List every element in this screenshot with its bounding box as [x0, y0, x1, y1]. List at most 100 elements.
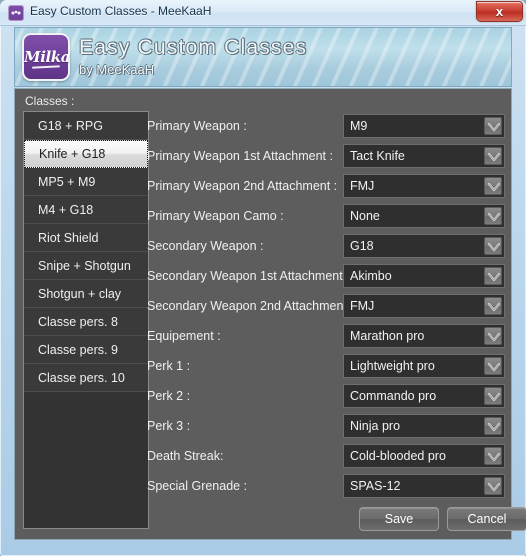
dropdown-value-perk-1: Lightweight pro — [350, 359, 435, 373]
milka-brand-logo: Milka — [22, 33, 71, 81]
class-list-item-label: Snipe + Shotgun — [38, 259, 131, 273]
form-row-primary-weapon-1st-attachment: Primary Weapon 1st Attachment : Tact Knif… — [147, 141, 505, 171]
banner-title: Easy Custom Classes — [79, 36, 308, 59]
chevron-down-icon[interactable] — [484, 447, 502, 465]
dropdown-primary-weapon-1st-attachment[interactable]: Tact Knife — [343, 144, 505, 168]
app-banner: Milka Easy Custom Classes by MeeKaaH — [14, 27, 512, 87]
dropdown-perk-1[interactable]: Lightweight pro — [343, 354, 505, 378]
form-row-primary-weapon-2nd-attachment: Primary Weapon 2nd Attachment : FMJ — [147, 171, 505, 201]
dropdown-value-equipement: Marathon pro — [350, 329, 425, 343]
dropdown-value-secondary-weapon-1st-attachment: Akimbo — [350, 269, 392, 283]
dropdown-secondary-weapon-2nd-attachment[interactable]: FMJ — [343, 294, 505, 318]
chevron-down-icon[interactable] — [484, 357, 502, 375]
label-death-streak: Death Streak: — [147, 449, 224, 463]
form-row-secondary-weapon-1st-attachment: Secondary Weapon 1st Attachment : Akimbo — [147, 261, 505, 291]
dropdown-value-perk-3: Ninja pro — [350, 419, 401, 433]
label-perk-2: Perk 2 : — [147, 389, 191, 403]
close-icon: x — [495, 4, 504, 19]
dropdown-primary-weapon-2nd-attachment[interactable]: FMJ — [343, 174, 505, 198]
class-list-item-label: G18 + RPG — [38, 119, 103, 133]
chevron-down-icon[interactable] — [484, 327, 502, 345]
dropdown-value-death-streak: Cold-blooded pro — [350, 449, 446, 463]
class-list-item[interactable]: MP5 + M9 — [24, 168, 148, 196]
class-list-item[interactable]: M4 + G18 — [24, 196, 148, 224]
class-list-item[interactable]: Classe pers. 8 — [24, 308, 148, 336]
chevron-down-icon[interactable] — [484, 237, 502, 255]
chevron-down-icon[interactable] — [484, 117, 502, 135]
class-list-item-label: Classe pers. 10 — [38, 371, 125, 385]
label-primary-weapon: Primary Weapon : — [147, 119, 247, 133]
dropdown-value-secondary-weapon: G18 — [350, 239, 374, 253]
dropdown-value-special-grenade: SPAS-12 — [350, 479, 401, 493]
label-primary-weapon-2nd-attachment: Primary Weapon 2nd Attachment : — [147, 179, 338, 193]
window-frame: Easy Custom Classes - MeeKaaH x Milka Ea… — [0, 0, 526, 556]
class-list-item-label: M4 + G18 — [38, 203, 94, 217]
label-perk-3: Perk 3 : — [147, 419, 191, 433]
class-list-item-label: Classe pers. 8 — [38, 315, 118, 329]
dropdown-equipement[interactable]: Marathon pro — [343, 324, 505, 348]
form-row-secondary-weapon: Secondary Weapon : G18 — [147, 231, 505, 261]
class-list-item-label: MP5 + M9 — [38, 175, 96, 189]
form-row-equipement: Equipement : Marathon pro — [147, 321, 505, 351]
dropdown-value-perk-2: Commando pro — [350, 389, 437, 403]
label-secondary-weapon: Secondary Weapon : — [147, 239, 264, 253]
title-bar: Easy Custom Classes - MeeKaaH x — [0, 0, 526, 26]
close-button[interactable]: x — [476, 1, 523, 22]
chevron-down-icon[interactable] — [484, 477, 502, 495]
label-equipement: Equipement : — [147, 329, 221, 343]
class-list-item[interactable]: G18 + RPG — [24, 112, 148, 140]
chevron-down-icon[interactable] — [484, 417, 502, 435]
dropdown-value-secondary-weapon-2nd-attachment: FMJ — [350, 299, 375, 313]
class-list-item[interactable]: Shotgun + clay — [24, 280, 148, 308]
chevron-down-icon[interactable] — [484, 297, 502, 315]
dropdown-perk-2[interactable]: Commando pro — [343, 384, 505, 408]
chevron-down-icon[interactable] — [484, 387, 502, 405]
class-list-item-label: Knife + G18 — [39, 147, 106, 161]
dropdown-secondary-weapon[interactable]: G18 — [343, 234, 505, 258]
dropdown-value-primary-weapon-camo: None — [350, 209, 380, 223]
chevron-down-icon[interactable] — [484, 207, 502, 225]
dropdown-death-streak[interactable]: Cold-blooded pro — [343, 444, 505, 468]
class-list-item[interactable]: Classe pers. 9 — [24, 336, 148, 364]
footer-actions: Save Cancel — [147, 507, 526, 537]
label-secondary-weapon-1st-attachment: Secondary Weapon 1st Attachment : — [147, 269, 350, 283]
logo-wordmark: Milka — [24, 48, 71, 66]
class-list-item[interactable]: Classe pers. 10 — [24, 364, 148, 392]
form-row-perk-2: Perk 2 : Commando pro — [147, 381, 505, 411]
window-title: Easy Custom Classes - MeeKaaH — [30, 4, 212, 18]
dropdown-value-primary-weapon-1st-attachment: Tact Knife — [350, 149, 405, 163]
cancel-button[interactable]: Cancel — [447, 507, 526, 531]
loadout-form: Primary Weapon : M9 Primary Weapon 1st Att… — [147, 111, 505, 501]
chevron-down-icon[interactable] — [484, 267, 502, 285]
class-list-item[interactable]: Riot Shield — [24, 224, 148, 252]
classes-label: Classes : — [25, 94, 75, 108]
form-row-primary-weapon: Primary Weapon : M9 — [147, 111, 505, 141]
label-perk-1: Perk 1 : — [147, 359, 191, 373]
class-list-item-label: Riot Shield — [38, 231, 99, 245]
dropdown-secondary-weapon-1st-attachment[interactable]: Akimbo — [343, 264, 505, 288]
label-secondary-weapon-2nd-attachment: Secondary Weapon 2nd Attachment : — [147, 299, 354, 313]
dropdown-perk-3[interactable]: Ninja pro — [343, 414, 505, 438]
class-list[interactable]: G18 + RPG Knife + G18 MP5 + M9 M4 + G18 Riot… — [23, 111, 149, 529]
banner-subtitle: by MeeKaaH — [79, 62, 155, 77]
milka-logo-icon — [8, 5, 24, 21]
dropdown-primary-weapon[interactable]: M9 — [343, 114, 505, 138]
form-row-primary-weapon-camo: Primary Weapon Camo : None — [147, 201, 505, 231]
save-button[interactable]: Save — [359, 507, 439, 531]
class-list-item[interactable]: Snipe + Shotgun — [24, 252, 148, 280]
label-primary-weapon-camo: Primary Weapon Camo : — [147, 209, 284, 223]
dropdown-primary-weapon-camo[interactable]: None — [343, 204, 505, 228]
form-row-secondary-weapon-2nd-attachment: Secondary Weapon 2nd Attachment : FMJ — [147, 291, 505, 321]
dropdown-special-grenade[interactable]: SPAS-12 — [343, 474, 505, 498]
label-special-grenade: Special Grenade : — [147, 479, 248, 493]
application-window: Easy Custom Classes - MeeKaaH x Milka Ea… — [0, 0, 526, 556]
chevron-down-icon[interactable] — [484, 147, 502, 165]
form-row-perk-1: Perk 1 : Lightweight pro — [147, 351, 505, 381]
dropdown-value-primary-weapon-2nd-attachment: FMJ — [350, 179, 375, 193]
chevron-down-icon[interactable] — [484, 177, 502, 195]
dropdown-value-primary-weapon: M9 — [350, 119, 368, 133]
form-row-perk-3: Perk 3 : Ninja pro — [147, 411, 505, 441]
form-row-death-streak: Death Streak: Cold-blooded pro — [147, 441, 505, 471]
class-list-item[interactable]: Knife + G18 — [24, 140, 148, 168]
class-list-item-label: Classe pers. 9 — [38, 343, 118, 357]
